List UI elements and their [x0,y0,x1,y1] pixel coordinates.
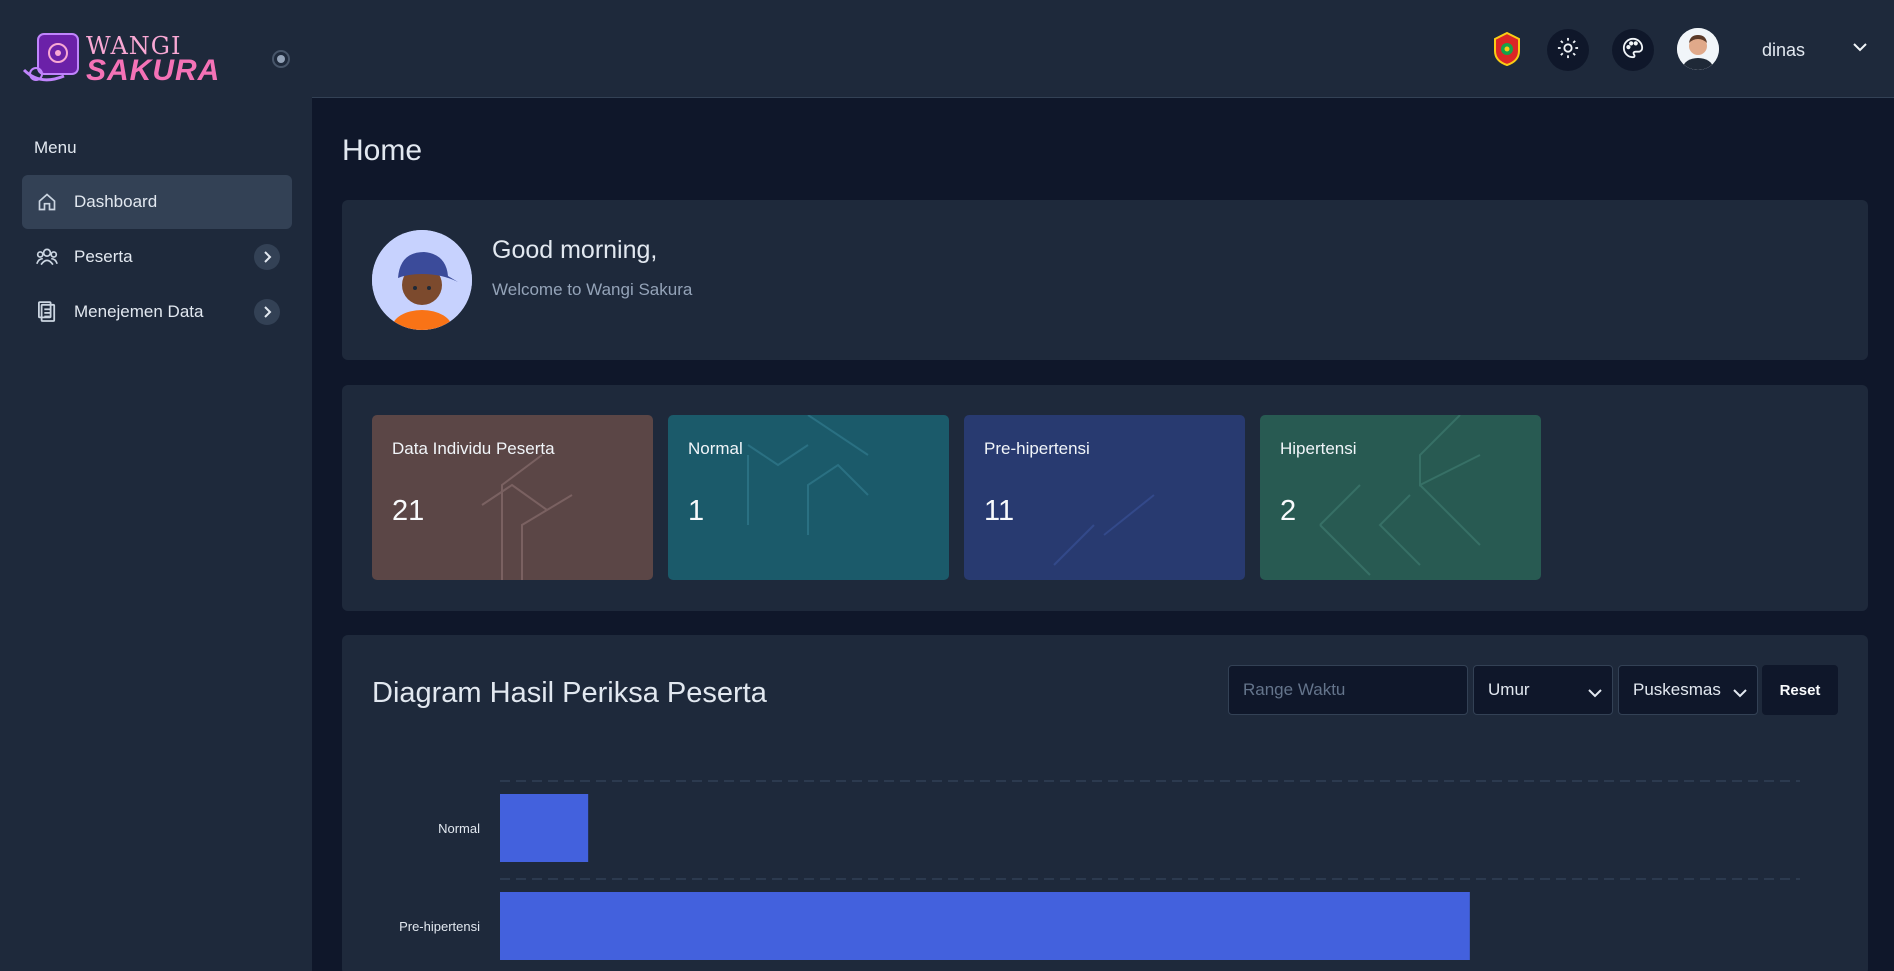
stat-label: Normal [688,439,743,458]
palette-icon [1622,37,1644,64]
sun-icon [1557,37,1579,64]
sidebar-item-menejemen-data[interactable]: Menejemen Data [22,285,292,339]
greeting-subtitle: Welcome to Wangi Sakura [492,280,693,299]
stat-card-hipertensi[interactable]: Hipertensi 2 [1260,415,1541,580]
stat-label: Data Individu Peserta [392,439,555,458]
chart-bar[interactable] [500,794,589,862]
sidebar-item-label: Peserta [74,247,133,266]
sidebar: WANGI SAKURA Menu Dashboard Peserta Mene… [0,0,312,971]
stat-value: 21 [392,495,425,527]
sidebar-item-label: Menejemen Data [74,302,204,321]
chart-category-label: Pre-hipertensi [399,919,480,934]
menu-title: Menu [34,138,77,157]
stat-value: 2 [1280,495,1297,527]
stat-card-data-individu[interactable]: Data Individu Peserta 21 [372,415,653,580]
chart-category-label: Normal [438,821,480,836]
app-logo[interactable]: WANGI SAKURA [20,28,220,92]
greeting-card: Good morning, Welcome to Wangi Sakura [342,200,1868,360]
stat-value: 1 [688,495,705,527]
chevron-right-icon[interactable] [254,299,280,325]
stat-value: 11 [984,495,1015,527]
sidebar-item-peserta[interactable]: Peserta [22,230,292,284]
emblem-icon [1492,31,1522,67]
stat-card-pre-hipertensi[interactable]: Pre-hipertensi 11 [964,415,1245,580]
chevron-right-icon[interactable] [254,244,280,270]
greeting-title: Good morning, [492,236,658,264]
greeting-avatar [372,230,472,330]
clipboard-icon [36,301,58,323]
chart-panel: Diagram Hasil Periksa Peserta Range Wakt… [342,635,1868,971]
users-icon [36,246,58,268]
sidebar-item-label: Dashboard [74,192,158,211]
page-title: Home [342,134,423,167]
color-theme-button[interactable] [1612,29,1654,71]
top-header: dinas [312,0,1894,98]
stat-label: Hipertensi [1280,439,1357,458]
sidebar-item-dashboard[interactable]: Dashboard [22,175,292,229]
sidebar-toggle-button[interactable] [272,50,290,68]
logo-text-bottom: SAKURA [86,54,221,87]
username-label[interactable]: dinas [1762,40,1805,61]
stats-panel: Data Individu Peserta 21 Normal 1 Pre-hi… [342,385,1868,611]
logo-icon [22,33,79,82]
chevron-down-icon[interactable] [1852,40,1868,58]
user-avatar[interactable] [1677,28,1719,70]
home-icon [36,191,58,213]
stat-label: Pre-hipertensi [984,439,1090,458]
theme-toggle-button[interactable] [1547,29,1589,71]
chart-bar[interactable] [500,892,1470,960]
hasil-periksa-bar-chart: Normal Pre-hipertensi [399,780,1800,960]
stat-card-normal[interactable]: Normal 1 [668,415,949,580]
